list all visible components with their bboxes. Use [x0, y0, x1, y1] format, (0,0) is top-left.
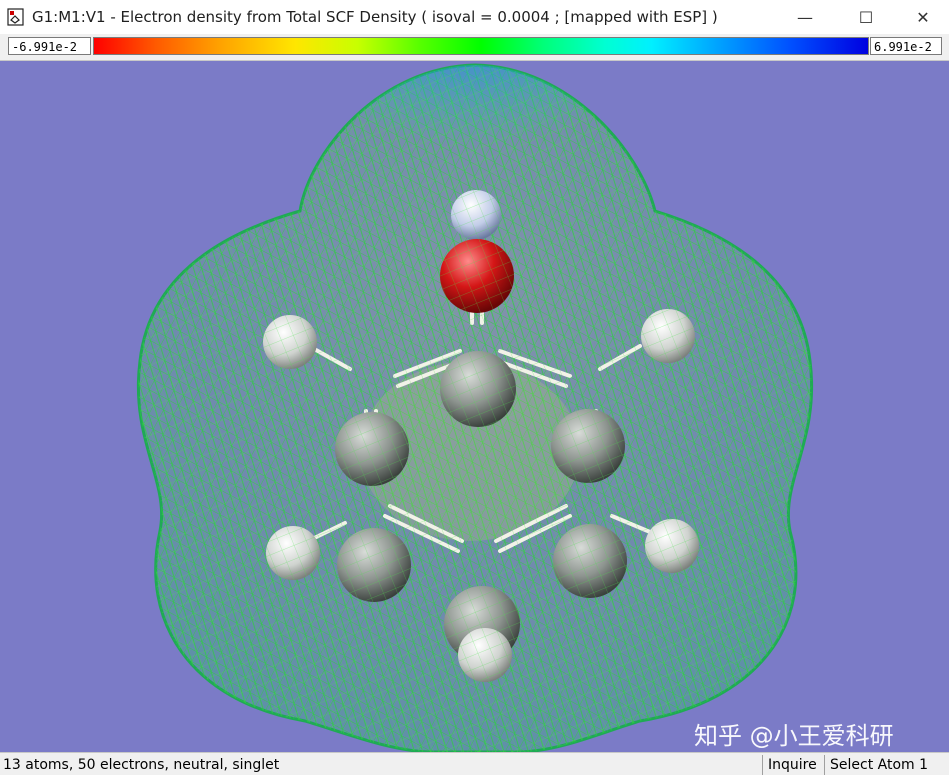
molecule-viewport[interactable]	[0, 61, 949, 752]
molecule-scene	[136, 63, 814, 752]
close-button[interactable]: ✕	[899, 0, 947, 34]
hydrogen-atom-3[interactable]	[266, 526, 320, 580]
maximize-button[interactable]: ☐	[842, 0, 890, 34]
hydrogen-atom-2[interactable]	[641, 309, 695, 363]
maximize-icon: ☐	[858, 7, 874, 27]
hydroxyl-hydrogen-atom[interactable]	[451, 190, 501, 240]
carbon-atom-3[interactable]	[551, 409, 625, 483]
hydrogen-atom-4[interactable]	[645, 519, 699, 573]
minimize-icon: —	[797, 7, 813, 27]
color-scale-max-field[interactable]: 6.991e-2	[870, 37, 942, 55]
watermark-text: 知乎 @小王爱科研	[694, 722, 894, 750]
window-title: G1:M1:V1 - Electron density from Total S…	[32, 8, 718, 26]
mode-indicator: Inquire	[762, 755, 824, 775]
esp-color-scale: -6.991e-2 6.991e-2	[0, 34, 949, 61]
color-scale-gradient	[93, 37, 869, 55]
carbon-atom-4[interactable]	[337, 528, 411, 602]
hydrogen-atom-1[interactable]	[263, 315, 317, 369]
carbon-atom-5[interactable]	[553, 524, 627, 598]
oxygen-atom[interactable]	[440, 239, 514, 313]
hydrogen-atom-5[interactable]	[458, 628, 512, 682]
carbon-atom-2[interactable]	[335, 412, 409, 486]
status-bar: 13 atoms, 50 electrons, neutral, singlet…	[0, 752, 949, 775]
gaussview-window-icon[interactable]	[7, 8, 24, 26]
minimize-button[interactable]: —	[781, 0, 829, 34]
carbon-atom-1[interactable]	[440, 351, 516, 427]
molecule-summary: 13 atoms, 50 electrons, neutral, singlet	[3, 757, 280, 773]
close-icon: ✕	[916, 7, 930, 27]
selection-prompt: Select Atom 1	[824, 755, 949, 775]
title-bar: G1:M1:V1 - Electron density from Total S…	[0, 0, 949, 34]
color-scale-min-field[interactable]: -6.991e-2	[8, 37, 91, 55]
